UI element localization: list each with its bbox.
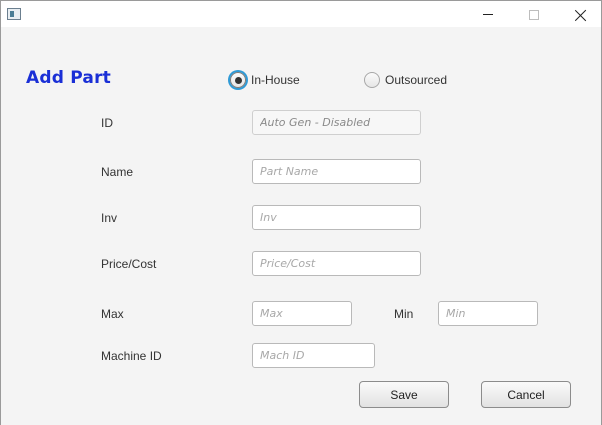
radio-outsourced-button[interactable] (364, 72, 380, 88)
radio-outsourced[interactable]: Outsourced (364, 72, 447, 88)
radio-in-house[interactable]: In-House (230, 72, 300, 88)
id-label: ID (101, 116, 113, 130)
machine-id-label: Machine ID (101, 349, 162, 363)
minimize-icon (483, 14, 493, 15)
cancel-button[interactable]: Cancel (481, 381, 571, 408)
max-field[interactable] (252, 301, 352, 326)
inv-label: Inv (101, 211, 118, 225)
page-title: Add Part (26, 68, 111, 88)
min-label: Min (394, 307, 414, 321)
price-label: Price/Cost (101, 257, 157, 271)
machine-id-field[interactable] (252, 343, 375, 368)
close-button[interactable] (557, 1, 602, 28)
id-field (252, 110, 421, 135)
name-field[interactable] (252, 159, 421, 184)
radio-in-house-button[interactable] (230, 72, 246, 88)
maximize-button[interactable] (511, 1, 557, 28)
radio-selected-dot-icon (234, 76, 242, 84)
app-window-icon (7, 8, 21, 20)
name-label: Name (101, 165, 134, 179)
maximize-icon (529, 9, 539, 20)
radio-outsourced-label: Outsourced (385, 73, 448, 87)
inv-field[interactable] (252, 205, 421, 230)
save-button[interactable]: Save (359, 381, 449, 408)
title-bar (0, 0, 602, 27)
radio-in-house-label: In-House (251, 73, 300, 87)
min-field[interactable] (438, 301, 538, 326)
price-field[interactable] (252, 251, 421, 276)
minimize-button[interactable] (465, 1, 511, 28)
close-icon (574, 9, 586, 21)
max-label: Max (101, 307, 124, 321)
